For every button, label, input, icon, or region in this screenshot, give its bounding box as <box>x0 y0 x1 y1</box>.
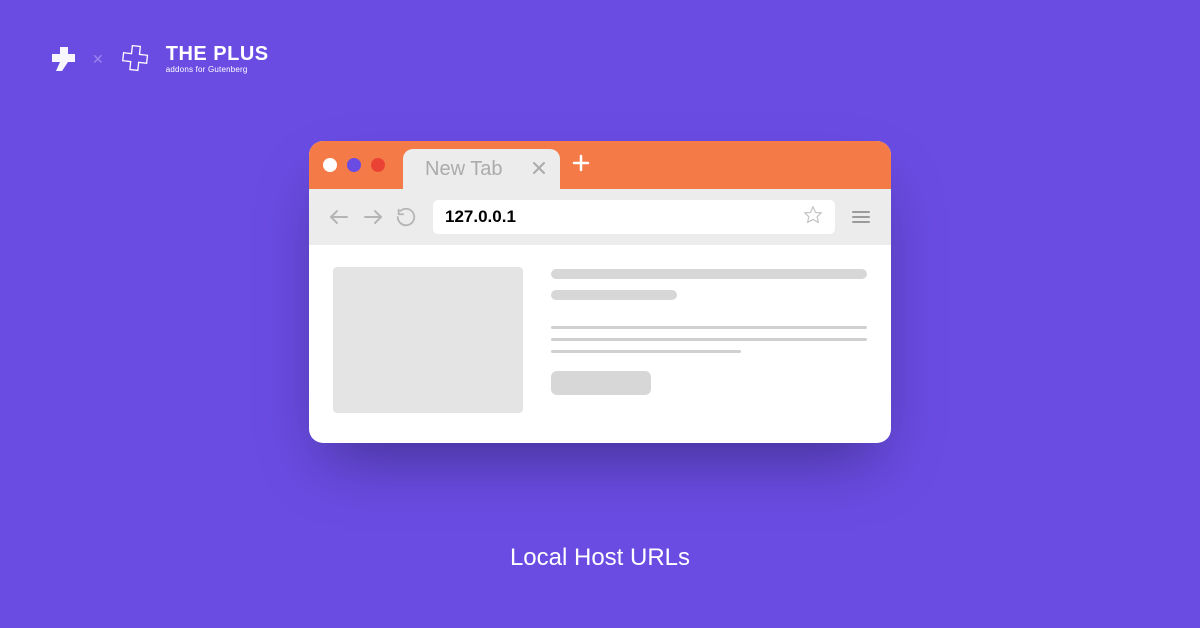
address-bar[interactable]: 127.0.0.1 <box>433 200 835 234</box>
skeleton-line <box>551 350 741 353</box>
brand-subtitle: addons for Gutenberg <box>166 65 269 74</box>
skeleton-text-block <box>551 267 867 413</box>
window-minimize-button[interactable] <box>347 158 361 172</box>
star-icon[interactable] <box>803 205 823 230</box>
browser-window: New Tab <box>309 141 891 443</box>
close-icon[interactable] <box>532 159 546 180</box>
new-tab-button[interactable] <box>572 154 590 177</box>
skeleton-line <box>551 338 867 341</box>
skeleton-line <box>551 269 867 279</box>
address-text: 127.0.0.1 <box>445 207 803 227</box>
browser-tab[interactable]: New Tab <box>403 149 560 189</box>
skeleton-line <box>551 326 867 329</box>
brand-title: THE PLUS <box>166 44 269 64</box>
window-maximize-button[interactable] <box>371 158 385 172</box>
traffic-lights <box>323 158 385 172</box>
window-close-button[interactable] <box>323 158 337 172</box>
tab-label: New Tab <box>425 158 502 181</box>
brand-header: ✕ THE PLUS addons for Gutenberg <box>48 42 269 76</box>
skeleton-line <box>551 290 677 300</box>
forward-button[interactable] <box>361 205 385 229</box>
brand-mark-icon <box>48 44 78 74</box>
reload-button[interactable] <box>395 206 417 228</box>
back-button[interactable] <box>327 205 351 229</box>
page-caption: Local Host URLs <box>0 544 1200 572</box>
hamburger-menu-button[interactable] <box>849 205 873 229</box>
plus-outline-icon <box>118 42 152 76</box>
brand-separator: ✕ <box>92 51 104 68</box>
titlebar: New Tab <box>309 141 891 189</box>
skeleton-image <box>333 267 523 413</box>
navigation-toolbar: 127.0.0.1 <box>309 189 891 245</box>
skeleton-button <box>551 371 651 395</box>
brand-text: THE PLUS addons for Gutenberg <box>166 44 269 74</box>
page-content <box>309 245 891 443</box>
